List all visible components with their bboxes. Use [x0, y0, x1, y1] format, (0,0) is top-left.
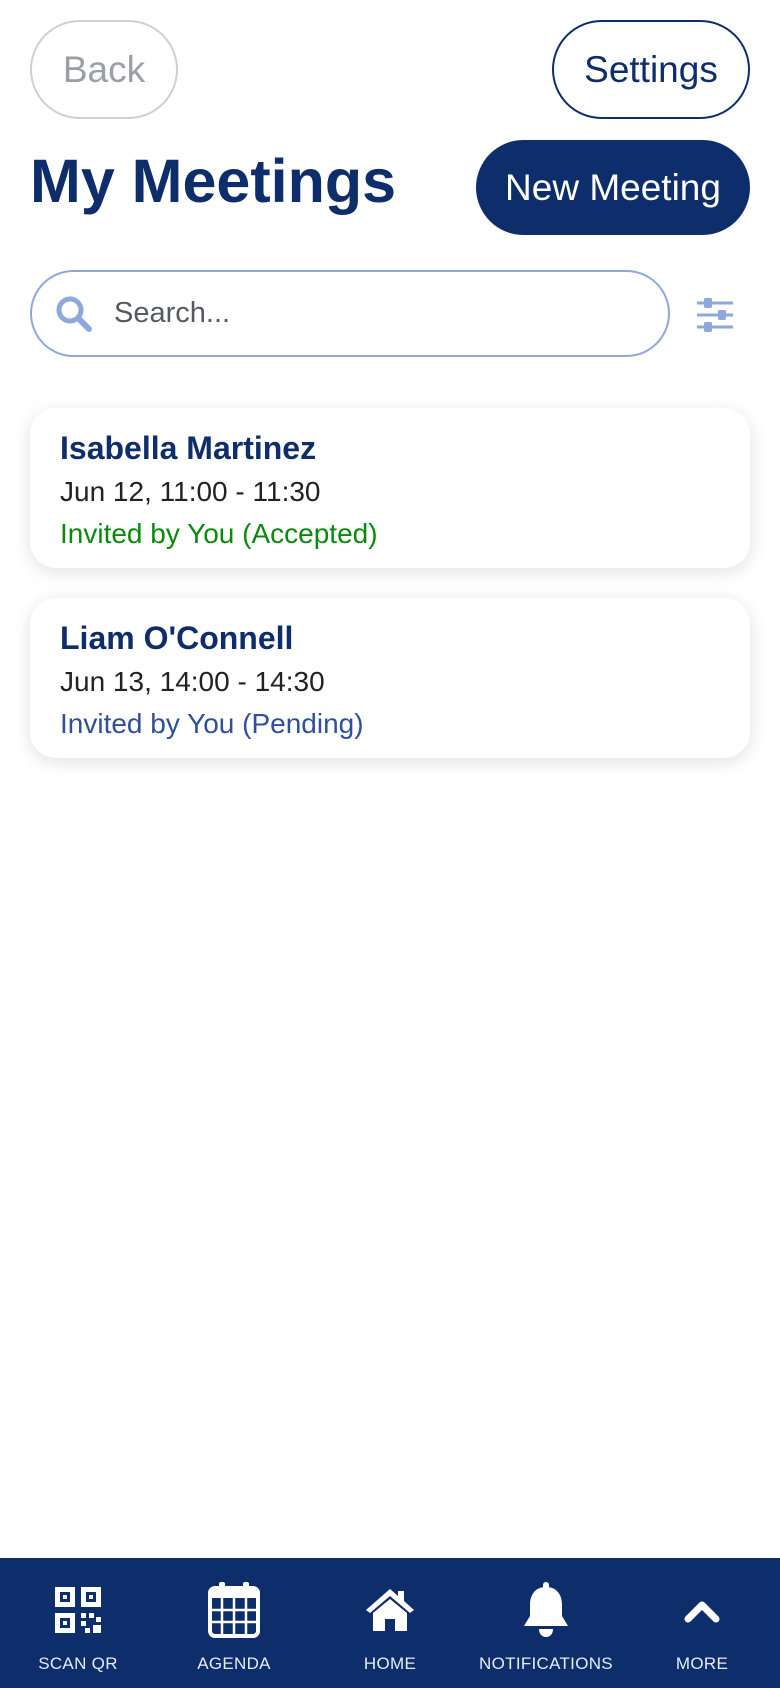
calendar-icon	[208, 1582, 260, 1638]
nav-item-more[interactable]: MORE	[624, 1558, 780, 1688]
meeting-name: Isabella Martinez	[60, 430, 317, 466]
meeting-time: Jun 12, 11:00 - 11:30	[60, 476, 321, 507]
page-title: My Meetings	[30, 147, 397, 215]
my-meetings-screen: Back Settings My Meetings New Meeting Is…	[0, 0, 780, 1688]
search-box[interactable]	[30, 270, 670, 357]
nav-item-scan-qr[interactable]: SCAN QR	[0, 1558, 156, 1688]
bottom-nav: SCAN QR AGENDA HOME NOTIFICATIONS MORE	[0, 1558, 780, 1688]
back-button[interactable]: Back	[30, 20, 178, 119]
settings-button[interactable]: Settings	[552, 20, 750, 119]
new-meeting-button[interactable]: New Meeting	[476, 140, 750, 235]
meeting-card[interactable]: Isabella Martinez Jun 12, 11:00 - 11:30 …	[30, 408, 750, 568]
nav-label: AGENDA	[197, 1654, 271, 1673]
nav-item-home[interactable]: HOME	[312, 1558, 468, 1688]
meeting-status: Invited by You (Accepted)	[60, 518, 378, 549]
sliders-icon	[697, 298, 733, 332]
filter-button[interactable]	[690, 290, 740, 340]
nav-label: SCAN QR	[38, 1654, 118, 1673]
home-icon	[364, 1582, 416, 1638]
meeting-name: Liam O'Connell	[60, 620, 294, 656]
nav-label: MORE	[675, 1654, 729, 1673]
qr-code-icon	[55, 1582, 101, 1638]
search-input[interactable]	[114, 283, 668, 344]
bell-icon	[521, 1582, 571, 1638]
meeting-card[interactable]: Liam O'Connell Jun 13, 14:00 - 14:30 Inv…	[30, 598, 750, 758]
nav-item-agenda[interactable]: AGENDA	[156, 1558, 312, 1688]
nav-label: HOME	[363, 1654, 417, 1673]
search-icon	[54, 294, 94, 334]
chevron-up-icon	[684, 1582, 720, 1638]
nav-item-notifications[interactable]: NOTIFICATIONS	[468, 1558, 624, 1688]
nav-label: NOTIFICATIONS	[479, 1654, 613, 1673]
meeting-time: Jun 13, 14:00 - 14:30	[60, 666, 325, 697]
meeting-status: Invited by You (Pending)	[60, 708, 364, 739]
